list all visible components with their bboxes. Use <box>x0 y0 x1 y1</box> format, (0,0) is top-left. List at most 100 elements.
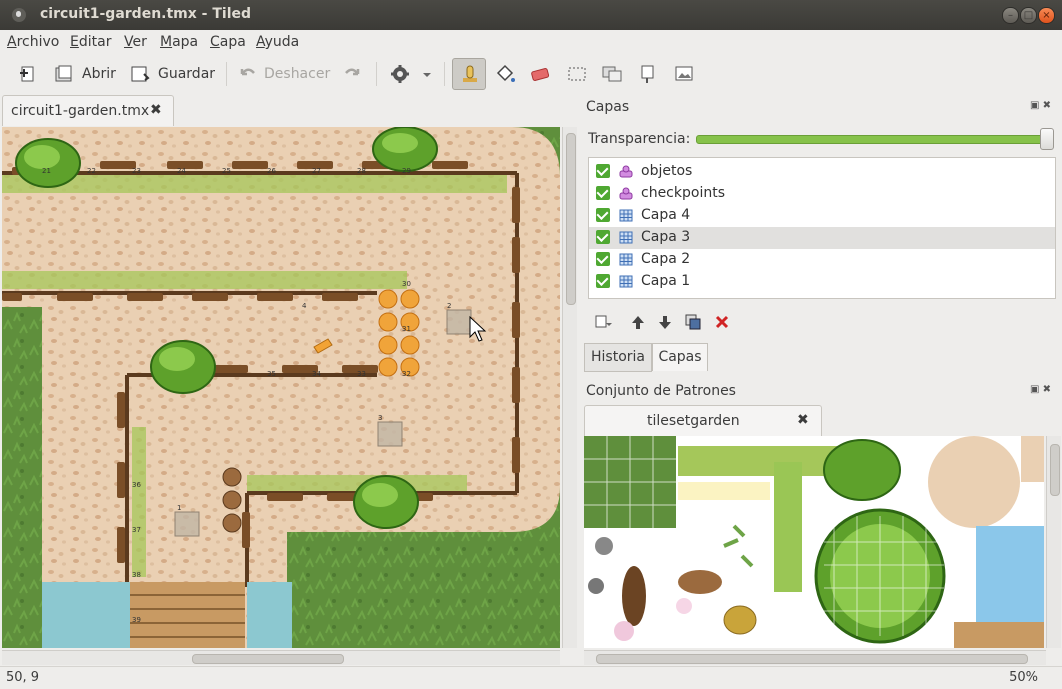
visibility-checkbox[interactable] <box>596 186 610 200</box>
visibility-checkbox[interactable] <box>596 274 610 288</box>
select-objects-tool[interactable] <box>637 60 665 88</box>
save-button[interactable]: Guardar <box>130 60 215 88</box>
menu-archivo[interactable]: Archivo <box>7 34 59 50</box>
layer-row-capa-3[interactable]: Capa 3 <box>589 227 1055 249</box>
redo-button[interactable] <box>342 60 368 88</box>
title-bar: circuit1-garden.tmx - Tiled – □ × <box>0 0 1062 30</box>
add-layer-icon[interactable] <box>594 313 612 331</box>
new-map-button[interactable] <box>18 60 44 88</box>
open-button[interactable]: Abrir <box>54 60 116 88</box>
stamp-icon <box>463 65 477 82</box>
tileset-vertical-scrollbar[interactable] <box>1046 436 1061 648</box>
panel-float-close-buttons[interactable]: ▣ ✖ <box>1030 100 1051 111</box>
insert-image-tool[interactable] <box>673 60 701 88</box>
layer-row-capa-1[interactable]: Capa 1 <box>589 271 1055 293</box>
move-layer-up-icon[interactable] <box>629 313 647 331</box>
panel-float-close-buttons[interactable]: ▣ ✖ <box>1030 384 1051 395</box>
zoom-level[interactable]: 50% <box>1009 670 1038 685</box>
tile-number: 34 <box>312 370 321 378</box>
tile-number: 35 <box>267 370 276 378</box>
object-layer-icon <box>619 187 633 200</box>
tileset-view[interactable] <box>584 436 1044 648</box>
layer-row-objetos[interactable]: objetos <box>589 161 1055 183</box>
visibility-checkbox[interactable] <box>596 208 610 222</box>
map-horizontal-scrollbar[interactable] <box>2 650 560 665</box>
menu-bar: Archivo Editar Ver Mapa Capa Ayuda <box>0 30 1062 54</box>
map-document-tab[interactable]: circuit1-garden.tmx ✖ <box>2 95 174 126</box>
maximize-button[interactable]: □ <box>1020 7 1037 24</box>
close-tab-icon[interactable]: ✖ <box>797 412 809 428</box>
remove-layer-icon[interactable] <box>713 313 731 331</box>
image-icon <box>675 66 693 81</box>
layer-row-capa-4[interactable]: Capa 4 <box>589 205 1055 227</box>
stamp-brush-tool[interactable] <box>460 60 486 88</box>
tileset-tab[interactable]: tilesetgarden ✖ <box>584 405 822 436</box>
commands-button[interactable] <box>390 60 416 88</box>
map-drawing: 21 22 23 24 25 26 27 28 29 30 31 32 33 3… <box>2 127 560 648</box>
menu-ayuda[interactable]: Ayuda <box>256 34 299 50</box>
undo-button[interactable]: Deshacer <box>238 60 330 88</box>
tab-historia[interactable]: Historia <box>584 343 652 372</box>
scroll-thumb[interactable] <box>596 654 1028 664</box>
layer-row-checkpoints[interactable]: checkpoints <box>589 183 1055 205</box>
close-tab-icon[interactable]: ✖ <box>150 102 162 118</box>
bucket-fill-tool[interactable] <box>494 60 522 88</box>
menu-editar[interactable]: Editar <box>70 34 111 50</box>
layer-name: objetos <box>641 163 693 179</box>
tab-capas[interactable]: Capas <box>652 343 708 371</box>
opacity-label: Transparencia: <box>588 131 691 147</box>
window-title: circuit1-garden.tmx - Tiled <box>40 6 252 22</box>
tile-number: 31 <box>402 325 411 333</box>
open-icon <box>55 65 72 82</box>
eraser-tool[interactable] <box>529 60 557 88</box>
scroll-thumb[interactable] <box>1050 444 1060 496</box>
scroll-thumb[interactable] <box>192 654 344 664</box>
tile-number: 4 <box>302 302 307 310</box>
rect-select-tool[interactable] <box>566 60 594 88</box>
tile-number: 25 <box>222 167 231 175</box>
layer-name: checkpoints <box>641 185 725 201</box>
tileset-panel-title: Conjunto de Patrones <box>586 383 736 399</box>
tile-layer-icon <box>619 253 633 266</box>
layer-name: Capa 2 <box>641 251 691 267</box>
tile-number: 24 <box>177 167 186 175</box>
tile-number: 3 <box>378 414 382 422</box>
menu-ver[interactable]: Ver <box>124 34 147 50</box>
layer-name: Capa 1 <box>641 273 691 289</box>
save-icon <box>131 66 150 82</box>
cursor-coordinates: 50, 9 <box>6 670 40 685</box>
map-vertical-scrollbar[interactable] <box>562 127 577 648</box>
layer-name: Capa 4 <box>641 207 691 223</box>
select-objects-icon <box>641 65 654 83</box>
tab-label: circuit1-garden.tmx <box>11 103 150 119</box>
move-layer-down-icon[interactable] <box>656 313 674 331</box>
tile-number: 32 <box>402 370 411 378</box>
map-canvas[interactable]: 21 22 23 24 25 26 27 28 29 30 31 32 33 3… <box>2 127 560 648</box>
tile-number: 23 <box>132 167 141 175</box>
visibility-checkbox[interactable] <box>596 252 610 266</box>
menu-capa[interactable]: Capa <box>210 34 246 50</box>
undo-icon <box>240 68 255 76</box>
tile-number: 27 <box>312 167 321 175</box>
commands-dropdown[interactable] <box>422 60 438 88</box>
bucket-icon <box>496 64 515 82</box>
undo-label: Deshacer <box>264 66 331 82</box>
select-same-tile-tool[interactable] <box>601 60 629 88</box>
visibility-checkbox[interactable] <box>596 164 610 178</box>
visibility-checkbox[interactable] <box>596 230 610 244</box>
close-window-button[interactable]: × <box>1038 7 1055 24</box>
tile-layer-icon <box>619 209 633 222</box>
duplicate-layer-icon[interactable] <box>684 313 702 331</box>
window-menu-icon[interactable] <box>12 8 26 22</box>
scroll-thumb[interactable] <box>566 133 576 305</box>
tile-number: 29 <box>402 167 411 175</box>
opacity-slider[interactable] <box>696 135 1048 144</box>
tile-number: 39 <box>132 616 141 624</box>
minimize-button[interactable]: – <box>1002 7 1019 24</box>
tileset-horizontal-scrollbar[interactable] <box>584 650 1046 665</box>
tile-layer-icon <box>619 275 633 288</box>
rect-select-icon <box>568 67 586 81</box>
opacity-slider-handle[interactable] <box>1040 128 1054 150</box>
menu-mapa[interactable]: Mapa <box>160 34 198 50</box>
layer-row-capa-2[interactable]: Capa 2 <box>589 249 1055 271</box>
